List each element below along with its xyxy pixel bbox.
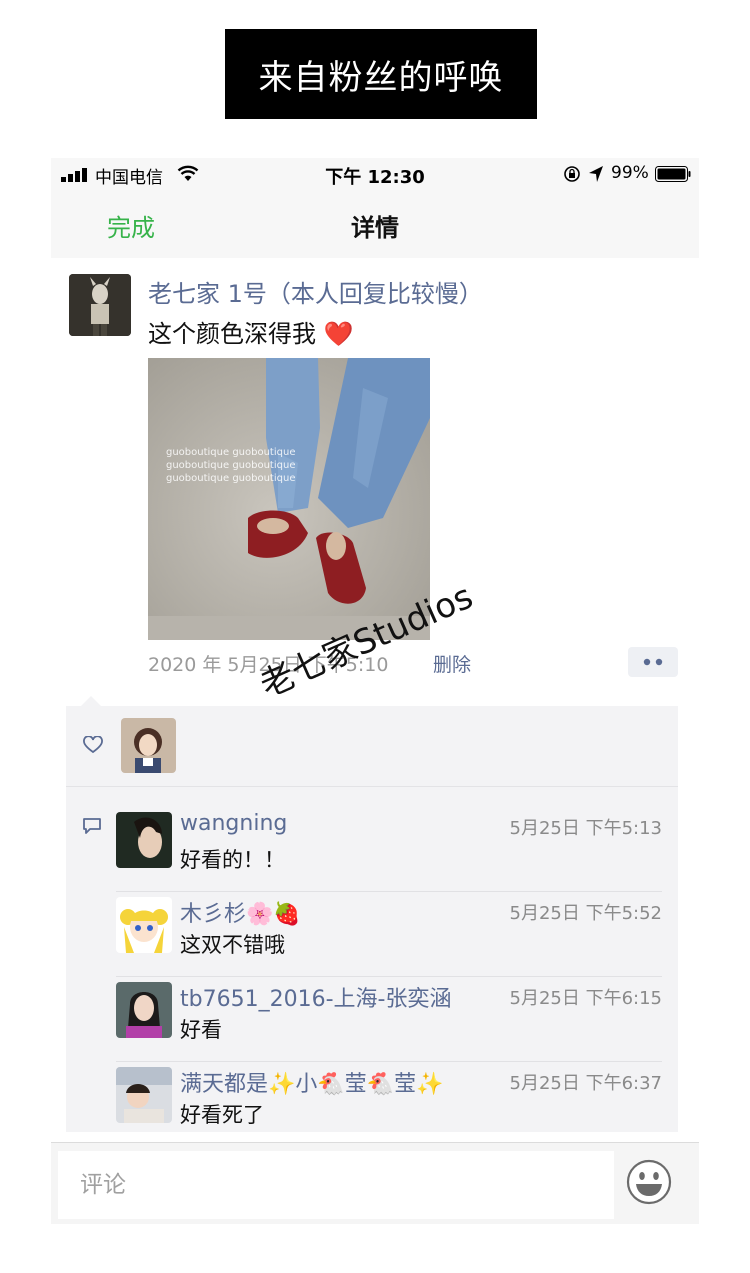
- commenter-avatar[interactable]: [116, 897, 172, 953]
- commenter-name[interactable]: wangning: [180, 811, 287, 836]
- comment-input[interactable]: [58, 1151, 614, 1219]
- battery-icon: [655, 166, 691, 182]
- status-bar: 中国电信 下午 12:30 99%: [51, 158, 699, 192]
- divider: [116, 976, 662, 977]
- commenter-name[interactable]: tb7651_2016-上海-张奕涵: [180, 981, 451, 1013]
- more-options-button[interactable]: [628, 647, 678, 677]
- more-dots-icon: [643, 658, 663, 666]
- comment-text: 好看的！！: [180, 848, 285, 872]
- delete-link[interactable]: 删除: [433, 650, 471, 677]
- avatar-image: [116, 897, 172, 953]
- comment-time: 5月25日 下午5:13: [509, 818, 663, 839]
- likes-row: [66, 706, 678, 787]
- liker-avatar[interactable]: [121, 718, 176, 773]
- avatar-image: [116, 982, 172, 1038]
- comment-text: 好看: [180, 1018, 222, 1042]
- avatar-image: [116, 1067, 172, 1123]
- comment-text: 好看死了: [180, 1103, 264, 1127]
- commenter-avatar[interactable]: [116, 1067, 172, 1123]
- comment-item: 木彡杉🌸🍓 5月25日 下午5:52 这双不错哦: [116, 893, 662, 977]
- battery-percent: 99%: [611, 163, 649, 183]
- heart-icon: [83, 736, 103, 754]
- comment-pointer: [81, 696, 101, 706]
- page-title: 详情: [351, 214, 399, 242]
- avatar-image: [116, 812, 172, 868]
- comments-panel: wangning 5月25日 下午5:13 好看的！！ 木彡杉🌸🍓 5月25日 …: [66, 706, 678, 1132]
- commenter-avatar[interactable]: [116, 982, 172, 1038]
- post-text: 这个颜色深得我 ❤️: [148, 320, 354, 348]
- divider: [116, 1061, 662, 1062]
- post-author-name[interactable]: 老七家 1号（本人回复比较慢）: [148, 274, 483, 309]
- comment-item: wangning 5月25日 下午5:13 好看的！！: [116, 808, 662, 892]
- photo-watermark-text: guoboutique guoboutique guoboutique guob…: [166, 446, 295, 485]
- photo-watermark-line: guoboutique guoboutique: [166, 460, 296, 471]
- location-icon: [589, 166, 603, 182]
- photo-watermark-line: guoboutique guoboutique: [166, 473, 296, 484]
- emoji-icon[interactable]: [626, 1159, 672, 1205]
- photo-watermark-line: guoboutique guoboutique: [166, 447, 296, 458]
- avatar-image: [121, 718, 176, 773]
- nav-bar: 完成 详情: [51, 192, 699, 258]
- comment-time: 5月25日 下午6:15: [509, 988, 663, 1009]
- commenter-name[interactable]: 满天都是✨小🐔莹🐔莹✨: [180, 1066, 444, 1098]
- phone-screen: 中国电信 下午 12:30 99% 完成 详情 老七家 1号（本人回复比较慢） …: [51, 158, 699, 1224]
- comment-icon: [83, 818, 101, 834]
- commenter-avatar[interactable]: [116, 812, 172, 868]
- rotation-lock-icon: [564, 166, 580, 182]
- comment-item: 满天都是✨小🐔莹🐔莹✨ 5月25日 下午6:37 好看死了: [116, 1063, 662, 1147]
- divider: [116, 891, 662, 892]
- comment-time: 5月25日 下午6:37: [509, 1073, 663, 1094]
- comment-input-bar: [51, 1142, 699, 1224]
- comment-text: 这双不错哦: [180, 933, 285, 957]
- post-photo[interactable]: guoboutique guoboutique guoboutique guob…: [148, 358, 430, 640]
- commenter-name[interactable]: 木彡杉🌸🍓: [180, 896, 301, 928]
- comment-item: tb7651_2016-上海-张奕涵 5月25日 下午6:15 好看: [116, 978, 662, 1062]
- shoes-photo: [148, 358, 430, 640]
- author-avatar[interactable]: [69, 274, 131, 336]
- banner-title: 来自粉丝的呼唤: [225, 29, 537, 119]
- comment-time: 5月25日 下午5:52: [509, 903, 663, 924]
- avatar-image: [69, 274, 131, 336]
